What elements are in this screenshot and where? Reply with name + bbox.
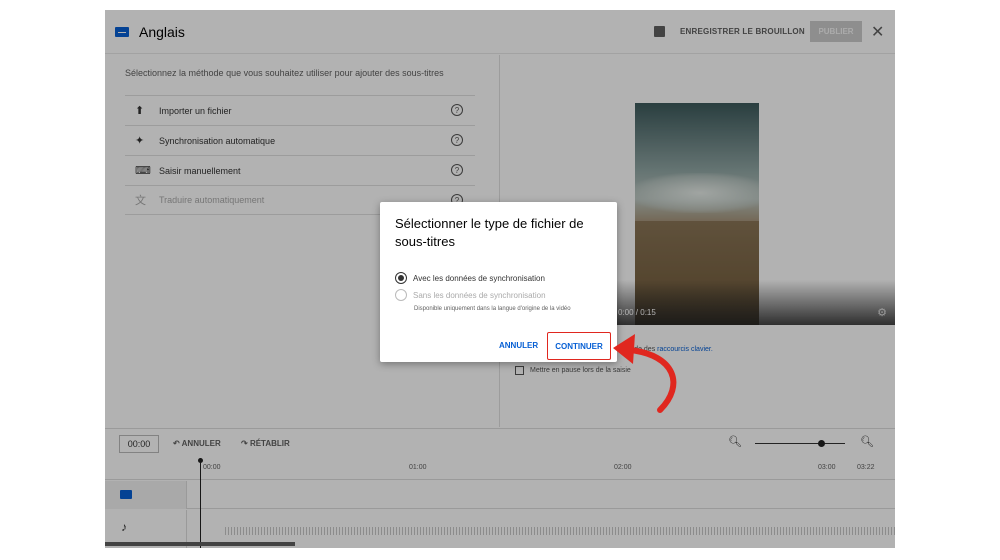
red-arrow-annotation — [613, 334, 677, 413]
dialog-title: Sélectionner le type de fichier de sous-… — [395, 216, 584, 249]
option-note: Disponible uniquement dans la langue d'o… — [414, 306, 571, 312]
option-label: Avec les données de synchronisation — [413, 273, 545, 283]
cancel-button[interactable]: ANNULER — [499, 341, 538, 350]
file-type-dialog: Sélectionner le type de fichier de sous-… — [380, 202, 617, 362]
radio-selected[interactable] — [395, 272, 407, 284]
radio-unselected[interactable] — [395, 289, 407, 301]
option-with-timing[interactable]: Avec les données de synchronisation — [395, 272, 545, 284]
option-without-timing[interactable]: Sans les données de synchronisation — [395, 289, 546, 301]
continue-button[interactable]: CONTINUER — [547, 332, 611, 360]
option-label: Sans les données de synchronisation — [413, 290, 546, 300]
